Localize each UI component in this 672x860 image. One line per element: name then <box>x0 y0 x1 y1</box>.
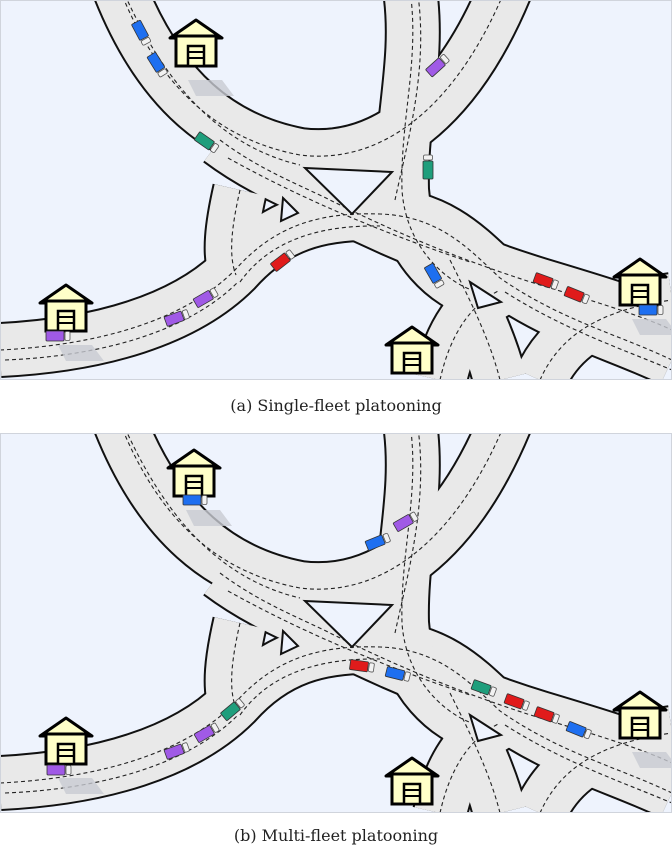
truck-icon <box>638 304 664 316</box>
caption-a: (a) Single-fleet platooning <box>230 396 442 415</box>
panel-multi-fleet <box>0 433 672 813</box>
road-network-diagram-a <box>0 0 672 380</box>
panel-single-fleet <box>0 0 672 380</box>
truck-icon <box>182 494 208 506</box>
truck-icon <box>422 154 434 180</box>
road-network-diagram-b <box>0 433 672 813</box>
truck-icon <box>46 764 72 776</box>
caption-b: (b) Multi-fleet platooning <box>233 826 439 845</box>
truck-icon <box>45 330 71 342</box>
